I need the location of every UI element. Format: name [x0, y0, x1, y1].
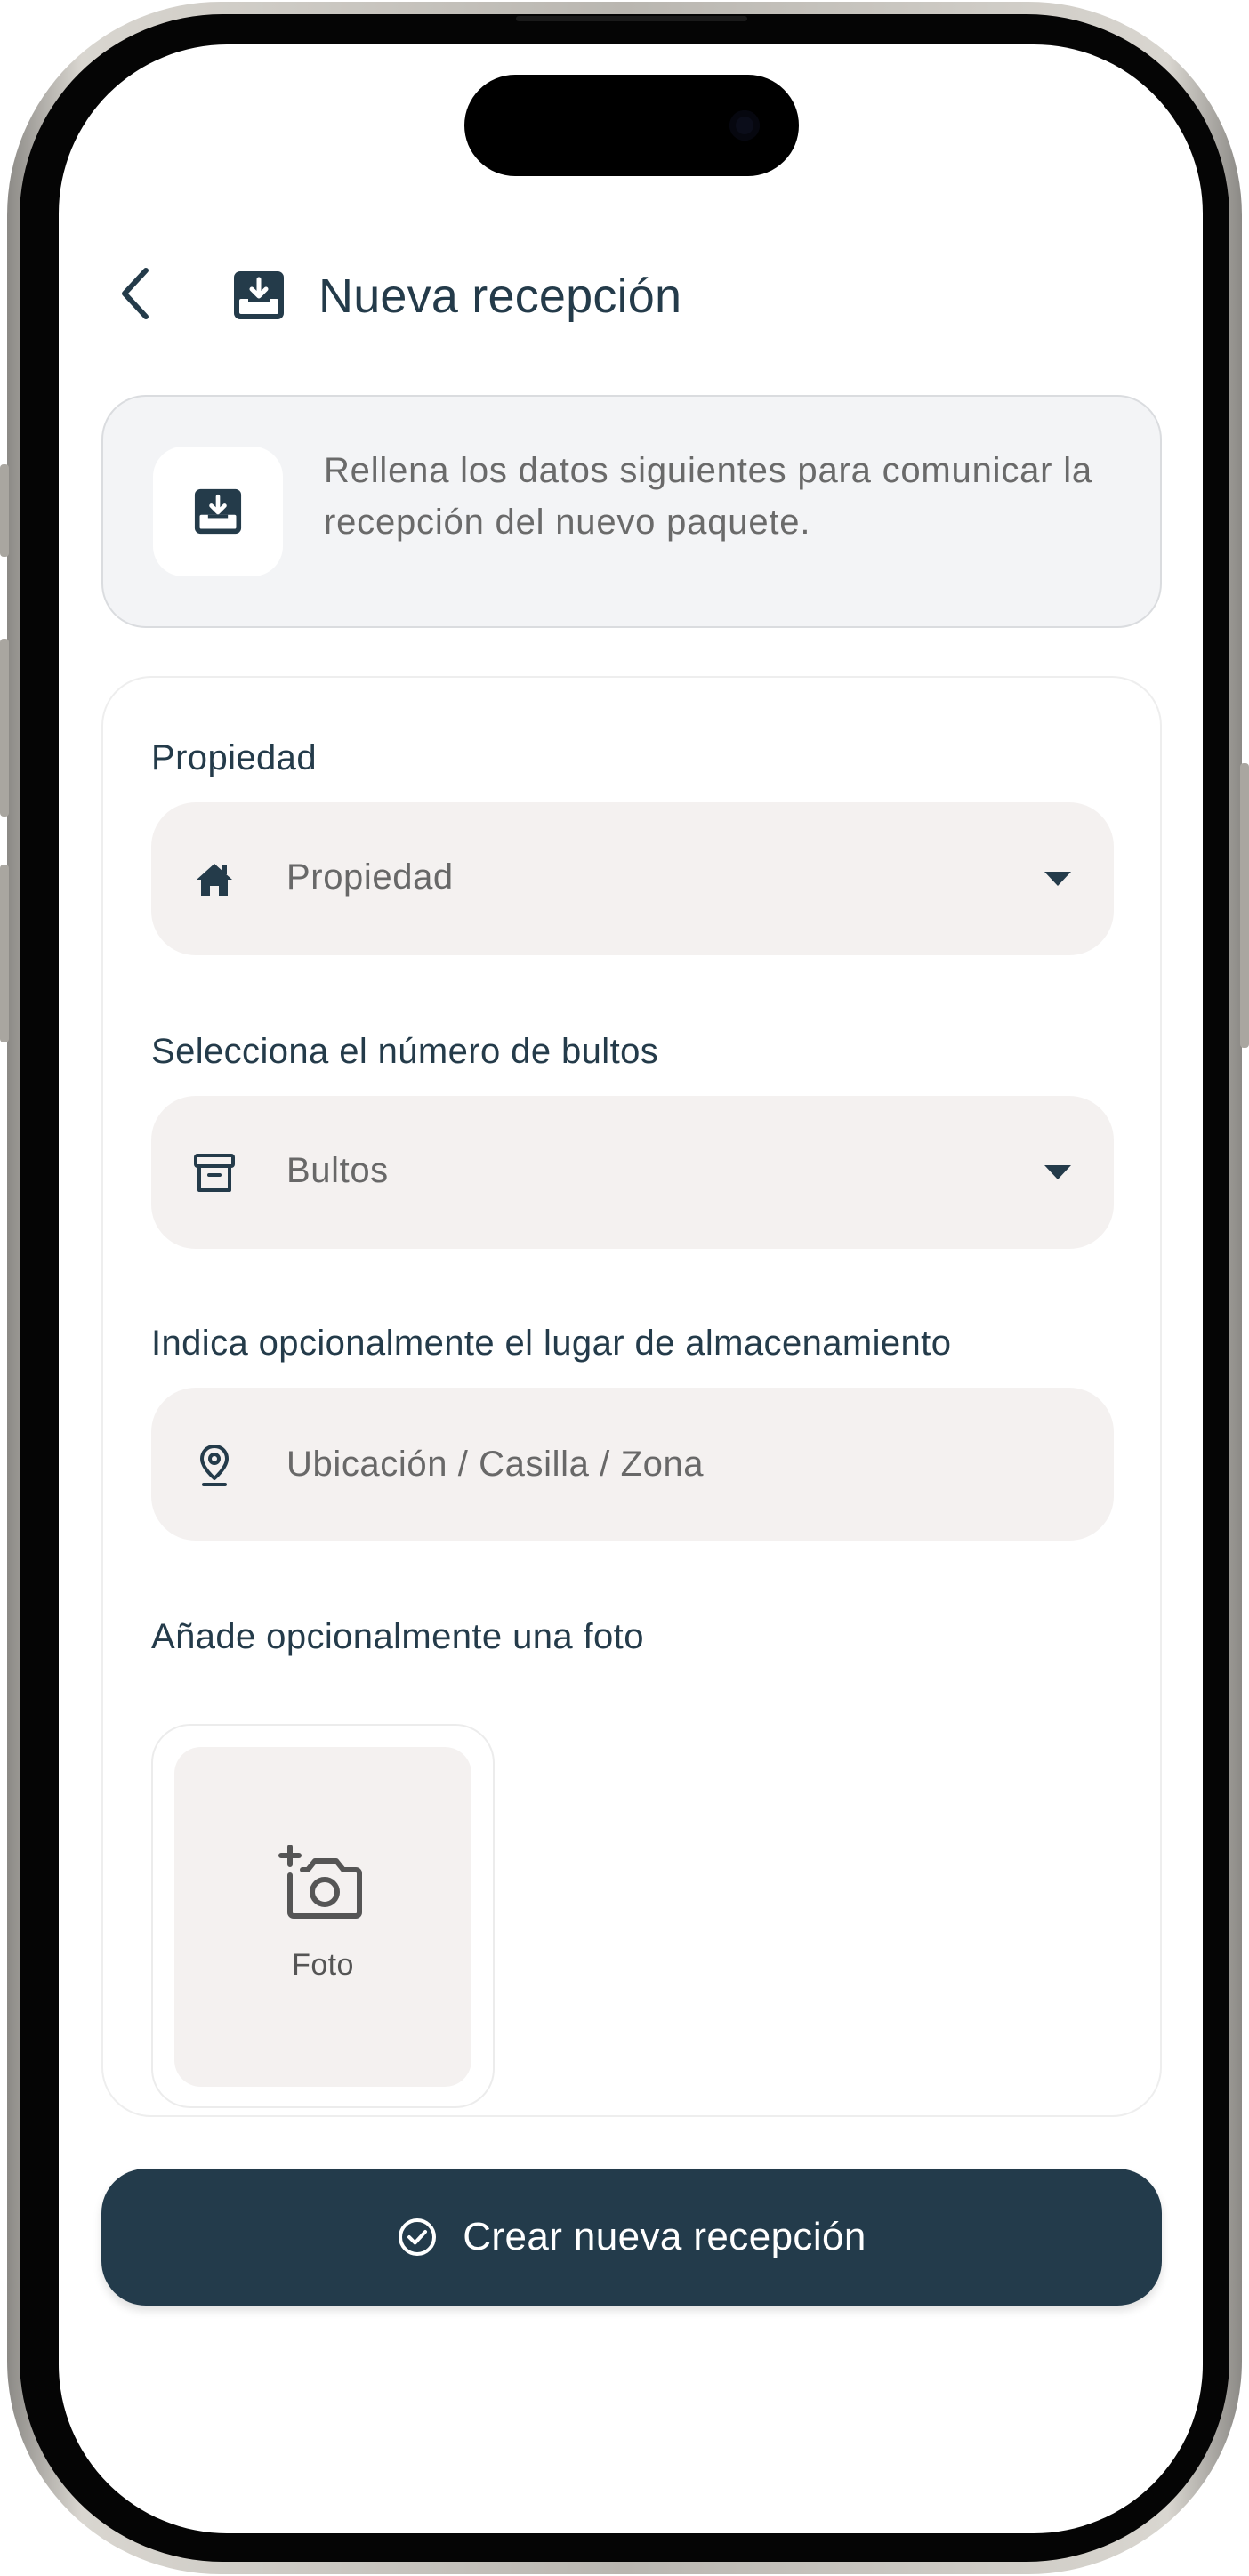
power-button — [1240, 763, 1249, 1048]
house-icon — [190, 856, 238, 904]
action-button — [0, 464, 9, 557]
chevron-left-icon — [122, 268, 149, 319]
volume-up-button — [0, 639, 9, 817]
info-banner: Rellena los datos siguientes para comuni… — [101, 395, 1162, 628]
location-input[interactable] — [286, 1429, 1069, 1500]
add-photo-label: Foto — [292, 1948, 354, 1982]
info-text: Rellena los datos siguientes para comuni… — [324, 451, 1092, 542]
create-reception-button[interactable]: Crear nueva recepción — [101, 2169, 1162, 2306]
location-label: Indica opcionalmente el lugar de almacen… — [151, 1324, 952, 1363]
speaker-grille — [516, 16, 747, 21]
create-reception-label: Crear nueva recepción — [463, 2215, 866, 2258]
phone-frame: Nueva recepción Rellena los datos siguie… — [0, 2, 1249, 2574]
packages-select-placeholder: Bultos — [286, 1151, 389, 1190]
packages-label: Selecciona el número de bultos — [151, 1032, 659, 1071]
add-camera-icon — [278, 1845, 362, 1919]
app-header: Nueva recepción — [59, 249, 1203, 338]
dynamic-island — [464, 75, 799, 176]
archive-box-icon — [190, 1149, 238, 1197]
add-photo-button[interactable]: Foto — [174, 1747, 471, 2087]
reception-form: Propiedad Propiedad Selecciona el número… — [101, 676, 1162, 2117]
inbox-download-icon — [234, 271, 284, 319]
page-title: Nueva recepción — [318, 270, 682, 323]
location-field[interactable] — [151, 1388, 1114, 1541]
photo-upload-frame: Foto — [151, 1724, 495, 2108]
volume-down-button — [0, 865, 9, 1042]
property-label: Propiedad — [151, 738, 317, 777]
packages-select[interactable]: Bultos — [151, 1096, 1114, 1249]
app-screen: Nueva recepción Rellena los datos siguie… — [59, 44, 1203, 2533]
check-circle-icon — [399, 2218, 437, 2256]
location-pin-icon — [190, 1441, 238, 1489]
photo-label: Añade opcionalmente una foto — [151, 1617, 644, 1656]
chevron-down-icon — [1044, 872, 1071, 886]
chevron-down-icon — [1044, 1165, 1071, 1179]
back-button[interactable] — [107, 265, 164, 322]
info-icon-container — [153, 447, 283, 576]
property-select-placeholder: Propiedad — [286, 857, 454, 897]
inbox-download-icon — [194, 488, 242, 535]
property-select[interactable]: Propiedad — [151, 802, 1114, 955]
front-camera — [729, 110, 760, 141]
